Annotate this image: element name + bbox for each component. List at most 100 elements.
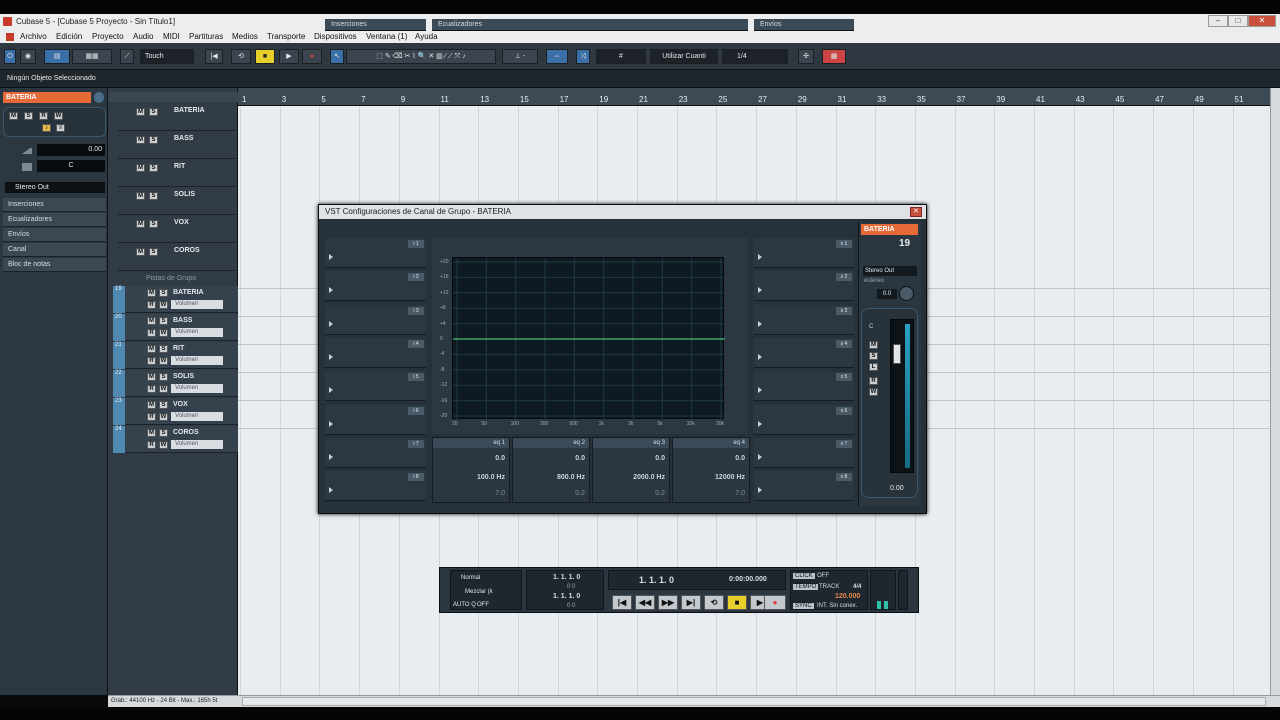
mute-button[interactable]: M: [869, 341, 878, 349]
record-icon[interactable]: ●: [764, 595, 786, 610]
monitor-icon[interactable]: ♪: [42, 124, 51, 132]
automation-parameter[interactable]: Volumen: [171, 440, 223, 449]
pan-field[interactable]: C: [37, 160, 105, 172]
inspector-section-channel[interactable]: Canal: [3, 243, 106, 257]
time-signature[interactable]: 4/4: [853, 584, 861, 590]
go-to-end-icon[interactable]: ▶|: [681, 595, 701, 610]
menu-proyecto[interactable]: Proyecto: [92, 32, 124, 41]
expand-arrow-icon[interactable]: [758, 487, 762, 494]
mute-button[interactable]: M: [136, 192, 145, 200]
send-slot[interactable]: s 1: [754, 238, 854, 268]
send-slot[interactable]: s 8: [754, 471, 854, 502]
vertical-scrollbar[interactable]: [1270, 88, 1280, 695]
solo-button[interactable]: S: [149, 248, 158, 256]
minimize-button[interactable]: –: [1208, 15, 1228, 27]
fader-value[interactable]: 0.00: [890, 485, 904, 492]
vst-window-title[interactable]: VST Configuraciones de Canal de Grupo - …: [319, 205, 926, 219]
mute-button[interactable]: M: [147, 429, 156, 437]
solo-button[interactable]: S: [159, 289, 168, 297]
eq-band-gain[interactable]: 0.0: [575, 455, 585, 462]
tempo-value[interactable]: 120.000: [835, 593, 860, 600]
expand-arrow-icon[interactable]: [758, 287, 762, 294]
menu-transporte[interactable]: Transporte: [267, 32, 305, 41]
listen-button[interactable]: L: [869, 363, 878, 371]
record-icon[interactable]: ●: [302, 49, 322, 64]
eq-curve-display[interactable]: [452, 257, 725, 420]
expand-arrow-icon[interactable]: [758, 453, 762, 460]
send-slot[interactable]: s 4: [754, 337, 854, 368]
object-selection-tool-icon[interactable]: ↖: [330, 49, 344, 64]
read-button[interactable]: R: [147, 413, 156, 421]
group-track-row[interactable]: M S RIT: [118, 160, 244, 187]
auto-quantize-state[interactable]: OFF: [477, 602, 489, 608]
mute-button[interactable]: M: [136, 164, 145, 172]
mute-button[interactable]: M: [147, 345, 156, 353]
fader-track[interactable]: [890, 319, 914, 473]
automation-curve-icon[interactable]: ⟋: [120, 49, 134, 64]
mute-button[interactable]: M: [147, 401, 156, 409]
activate-project-icon[interactable]: ⏻: [4, 49, 16, 64]
rewind-icon[interactable]: ◀◀: [635, 595, 655, 610]
strip-channel-name[interactable]: BATERIA: [861, 224, 918, 235]
menu-ayuda[interactable]: Ayuda: [415, 32, 438, 41]
mute-button[interactable]: M: [136, 248, 145, 256]
expand-arrow-icon[interactable]: [329, 320, 333, 327]
insert-slot[interactable]: i 3: [325, 304, 426, 335]
eq-band-frequency[interactable]: 12000 Hz: [715, 474, 745, 481]
insert-slot[interactable]: i 4: [325, 337, 426, 368]
read-button[interactable]: R: [147, 357, 156, 365]
eq-band-2[interactable]: eq 2 0.0 800.0 Hz 0.2: [512, 437, 590, 503]
inspector-section-eq[interactable]: Ecualizadores: [3, 213, 106, 227]
mute-button[interactable]: M: [147, 373, 156, 381]
solo-button[interactable]: S: [24, 112, 33, 120]
click-label[interactable]: CLICK: [793, 573, 815, 579]
mute-button[interactable]: M: [9, 112, 18, 120]
position-time-value[interactable]: 0:00:00.000: [729, 576, 767, 583]
view-toggles-group[interactable]: ▦▦: [72, 49, 112, 64]
menu-dispositivos[interactable]: Dispositivos: [314, 32, 357, 41]
play-icon[interactable]: ▶: [279, 49, 299, 64]
solo-button[interactable]: S: [149, 192, 158, 200]
write-button[interactable]: W: [54, 112, 63, 120]
inspector-section-notepad[interactable]: Bloc de notas: [3, 258, 106, 272]
volume-field[interactable]: 0.00: [37, 144, 105, 156]
maximize-button[interactable]: □: [1228, 15, 1248, 27]
insert-slot[interactable]: i 1: [325, 238, 426, 268]
send-slot[interactable]: s 5: [754, 371, 854, 402]
menu-midi[interactable]: MIDI: [163, 32, 180, 41]
solo-button[interactable]: S: [159, 429, 168, 437]
automation-parameter[interactable]: Volumen: [171, 300, 223, 309]
send-slot[interactable]: s 2: [754, 271, 854, 302]
menu-partituras[interactable]: Partituras: [189, 32, 223, 41]
eq-band-1[interactable]: eq 1 0.0 100.0 Hz 7.0: [432, 437, 510, 503]
fader-handle[interactable]: [893, 344, 901, 364]
expand-arrow-icon[interactable]: [329, 420, 333, 427]
read-button[interactable]: R: [39, 112, 48, 120]
eq-header[interactable]: Ecualizadores: [432, 19, 748, 31]
inspector-section-inserts[interactable]: Inserciones: [3, 198, 106, 212]
eq-band-q[interactable]: 0.2: [655, 490, 665, 497]
constrain-delay-icon[interactable]: ◉: [20, 49, 36, 64]
read-button[interactable]: R: [147, 301, 156, 309]
write-button[interactable]: W: [159, 329, 168, 337]
snap-icon[interactable]: ⤨: [576, 49, 590, 64]
insert-slot[interactable]: i 7: [325, 437, 426, 468]
app-menu-icon[interactable]: [6, 33, 14, 41]
write-button[interactable]: W: [159, 385, 168, 393]
expand-arrow-icon[interactable]: [758, 320, 762, 327]
eq-band-q[interactable]: 0.2: [575, 490, 585, 497]
expand-arrow-icon[interactable]: [329, 453, 333, 460]
eq-band-q[interactable]: 7.0: [735, 490, 745, 497]
eq-band-frequency[interactable]: 100.0 Hz: [477, 474, 505, 481]
left-locator-value[interactable]: 1. 1. 1. 0: [553, 574, 580, 581]
automation-parameter[interactable]: Volumen: [171, 412, 223, 421]
inspector-section-sends[interactable]: Envíos: [3, 228, 106, 242]
quantize-preset-select[interactable]: Utilizar Cuanti: [650, 49, 718, 64]
insert-slot[interactable]: i 2: [325, 271, 426, 302]
automation-parameter[interactable]: Volumen: [171, 384, 223, 393]
eq-band-frequency[interactable]: 800.0 Hz: [557, 474, 585, 481]
solo-button[interactable]: S: [159, 345, 168, 353]
read-button[interactable]: R: [147, 441, 156, 449]
close-icon[interactable]: ✕: [910, 207, 922, 217]
group-track-row[interactable]: M S BASS: [118, 132, 244, 159]
